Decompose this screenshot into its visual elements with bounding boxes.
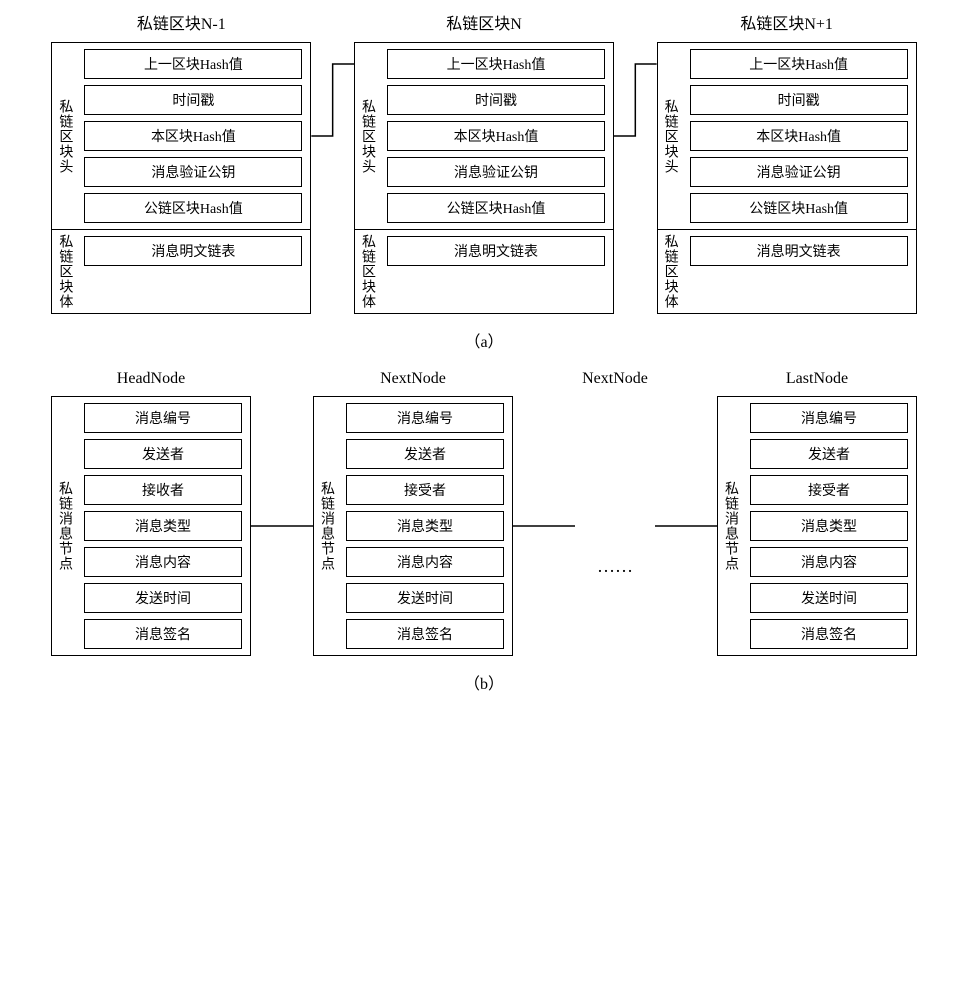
- node-block: 私链消息节点消息编号发送者接受者消息类型消息内容发送时间消息签名: [717, 396, 917, 656]
- field-item: 发送时间: [750, 583, 908, 613]
- field-item: 消息内容: [346, 547, 504, 577]
- block-title: 私链区块N-1: [137, 10, 226, 34]
- block-title: 私链区块N: [446, 10, 522, 34]
- field-item: 接收者: [84, 475, 242, 505]
- node-side-label: 私链消息节点: [52, 397, 76, 655]
- node-column: LastNode 私链消息节点消息编号发送者接受者消息类型消息内容发送时间消息签名: [717, 370, 917, 656]
- field-item: 消息签名: [84, 619, 242, 649]
- node-column: NextNode ……: [575, 370, 655, 577]
- header-side-label: 私链区块头: [52, 43, 76, 229]
- field-item: 公链区块Hash值: [387, 193, 605, 223]
- header-side-label: 私链区块头: [355, 43, 379, 229]
- node-side-label: 私链消息节点: [718, 397, 742, 655]
- field-item: 上一区块Hash值: [387, 49, 605, 79]
- block-header: 私链区块头上一区块Hash值时间戳本区块Hash值消息验证公钥公链区块Hash值: [51, 42, 311, 230]
- body-fields: 消息明文链表: [76, 230, 310, 313]
- header-fields: 上一区块Hash值时间戳本区块Hash值消息验证公钥公链区块Hash值: [76, 43, 310, 229]
- field-item: 消息签名: [750, 619, 908, 649]
- node-fields: 消息编号发送者接收者消息类型消息内容发送时间消息签名: [76, 397, 250, 655]
- field-item: 本区块Hash值: [387, 121, 605, 151]
- field-item: 消息编号: [750, 403, 908, 433]
- body-side-label: 私链区块体: [658, 230, 682, 313]
- field-item: 消息验证公钥: [387, 157, 605, 187]
- block-body: 私链区块体消息明文链表: [657, 230, 917, 314]
- field-item: 消息内容: [750, 547, 908, 577]
- field-item: 消息验证公钥: [690, 157, 908, 187]
- block-body: 私链区块体消息明文链表: [51, 230, 311, 314]
- caption-b: （b）: [0, 670, 968, 694]
- node-side-label: 私链消息节点: [314, 397, 338, 655]
- field-item: 消息内容: [84, 547, 242, 577]
- field-item: 消息编号: [346, 403, 504, 433]
- field-item: 本区块Hash值: [690, 121, 908, 151]
- node-column: NextNode 私链消息节点消息编号发送者接受者消息类型消息内容发送时间消息签名: [313, 370, 513, 656]
- body-side-label: 私链区块体: [52, 230, 76, 313]
- body-fields: 消息明文链表: [682, 230, 916, 313]
- node-title: NextNode: [582, 370, 648, 388]
- field-item: 消息编号: [84, 403, 242, 433]
- field-item: 消息明文链表: [387, 236, 605, 266]
- block-column: 私链区块N-1 私链区块头上一区块Hash值时间戳本区块Hash值消息验证公钥公链…: [51, 10, 311, 314]
- node-fields: 消息编号发送者接受者消息类型消息内容发送时间消息签名: [742, 397, 916, 655]
- field-item: 接受者: [750, 475, 908, 505]
- field-item: 消息验证公钥: [84, 157, 302, 187]
- field-item: 发送者: [84, 439, 242, 469]
- diagram-a-row: 私链区块N-1私链区块头上一区块Hash值时间戳本区块Hash值消息验证公钥公链…: [0, 10, 968, 314]
- block-body: 私链区块体消息明文链表: [354, 230, 614, 314]
- field-item: 消息签名: [346, 619, 504, 649]
- field-item: 时间戳: [387, 85, 605, 115]
- block-column: 私链区块N+1 私链区块头上一区块Hash值时间戳本区块Hash值消息验证公钥公链…: [657, 10, 917, 314]
- ellipsis: ……: [597, 556, 633, 577]
- field-item: 消息类型: [84, 511, 242, 541]
- node-column: HeadNode 私链消息节点消息编号发送者接收者消息类型消息内容发送时间消息签名: [51, 370, 251, 656]
- node-title: LastNode: [786, 370, 848, 388]
- node-fields: 消息编号发送者接受者消息类型消息内容发送时间消息签名: [338, 397, 512, 655]
- field-item: 消息明文链表: [84, 236, 302, 266]
- field-item: 消息类型: [346, 511, 504, 541]
- field-item: 公链区块Hash值: [690, 193, 908, 223]
- diagram-b-row: HeadNode私链消息节点消息编号发送者接收者消息类型消息内容发送时间消息签名…: [0, 370, 968, 656]
- field-item: 时间戳: [84, 85, 302, 115]
- node-title: HeadNode: [117, 370, 185, 388]
- field-item: 上一区块Hash值: [690, 49, 908, 79]
- header-fields: 上一区块Hash值时间戳本区块Hash值消息验证公钥公链区块Hash值: [379, 43, 613, 229]
- field-item: 发送时间: [84, 583, 242, 613]
- field-item: 接受者: [346, 475, 504, 505]
- node-block: 私链消息节点消息编号发送者接受者消息类型消息内容发送时间消息签名: [313, 396, 513, 656]
- field-item: 发送时间: [346, 583, 504, 613]
- body-side-label: 私链区块体: [355, 230, 379, 313]
- field-item: 消息明文链表: [690, 236, 908, 266]
- block-header: 私链区块头上一区块Hash值时间戳本区块Hash值消息验证公钥公链区块Hash值: [354, 42, 614, 230]
- header-side-label: 私链区块头: [658, 43, 682, 229]
- body-fields: 消息明文链表: [379, 230, 613, 313]
- header-fields: 上一区块Hash值时间戳本区块Hash值消息验证公钥公链区块Hash值: [682, 43, 916, 229]
- field-item: 时间戳: [690, 85, 908, 115]
- block-header: 私链区块头上一区块Hash值时间戳本区块Hash值消息验证公钥公链区块Hash值: [657, 42, 917, 230]
- field-item: 上一区块Hash值: [84, 49, 302, 79]
- caption-a: （a）: [0, 328, 968, 352]
- field-item: 公链区块Hash值: [84, 193, 302, 223]
- field-item: 消息类型: [750, 511, 908, 541]
- block-column: 私链区块N 私链区块头上一区块Hash值时间戳本区块Hash值消息验证公钥公链区块…: [354, 10, 614, 314]
- field-item: 发送者: [346, 439, 504, 469]
- field-item: 本区块Hash值: [84, 121, 302, 151]
- node-block: 私链消息节点消息编号发送者接收者消息类型消息内容发送时间消息签名: [51, 396, 251, 656]
- diagram-container: 私链区块N-1私链区块头上一区块Hash值时间戳本区块Hash值消息验证公钥公链…: [0, 10, 968, 694]
- field-item: 发送者: [750, 439, 908, 469]
- node-title: NextNode: [380, 370, 446, 388]
- block-title: 私链区块N+1: [740, 10, 833, 34]
